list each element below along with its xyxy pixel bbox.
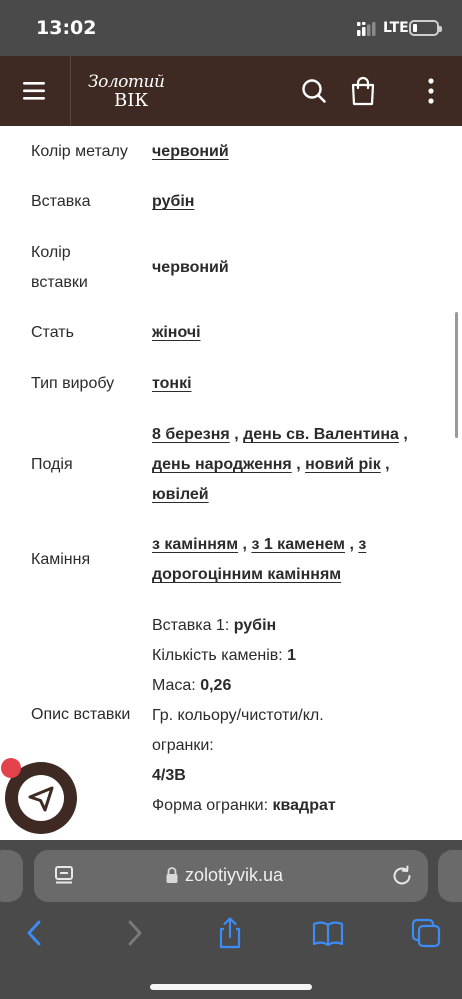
site-header: Золотий ВІК [0, 56, 462, 126]
desc-line: 4/3В [152, 767, 186, 784]
status-time: 13:02 [36, 17, 97, 39]
scrollbar-thumb[interactable] [455, 312, 458, 438]
attr-label: Колір металу [31, 143, 128, 160]
attr-value: червоний [152, 137, 424, 167]
logo-text-bottom: ВІК [114, 90, 149, 111]
attr-link-ruby[interactable]: рубін [152, 193, 194, 210]
search-icon[interactable] [299, 76, 329, 106]
header-divider [70, 56, 71, 126]
page-format-icon[interactable] [54, 866, 76, 886]
attr-link-anniversary[interactable]: ювілей [152, 486, 209, 503]
shopping-bag-icon[interactable] [348, 75, 378, 107]
attr-link-march-8[interactable]: 8 березня [152, 426, 230, 443]
attr-link-valentines[interactable]: день св. Валентина [243, 426, 399, 443]
attr-link-female[interactable]: жіночі [152, 324, 201, 341]
insert-description-values: Вставка 1: рубін Кількість каменів: 1 Ма… [152, 611, 424, 821]
share-icon[interactable] [213, 916, 247, 950]
tabs-icon[interactable] [409, 916, 443, 950]
desc-line: Маса: 0,26 [152, 677, 232, 694]
attr-label: Вставка [31, 193, 91, 210]
network-label: LTE [383, 20, 409, 36]
signal-icon [357, 22, 376, 36]
attr-link-with-stones[interactable]: з камінням [152, 536, 238, 553]
desc-line: огранки: [152, 737, 214, 754]
attr-link-precious-stones-cont[interactable]: дорогоцінним камінням [152, 566, 341, 583]
attr-label: Тип виробу [31, 375, 115, 392]
home-indicator[interactable] [150, 984, 312, 990]
status-bar: 13:02 LTE [0, 0, 462, 56]
logo-text-top: Золотий [88, 72, 165, 92]
battery-icon [409, 20, 442, 36]
hamburger-menu-icon[interactable] [18, 76, 52, 106]
attr-label: Стать [31, 324, 74, 341]
attr-value: тонкі [152, 369, 424, 399]
reload-icon[interactable] [390, 864, 414, 888]
url-text: zolotiyvik.ua [185, 865, 284, 885]
forward-icon[interactable] [117, 916, 151, 950]
site-logo[interactable]: Золотий ВІК [88, 66, 180, 116]
next-tab-edge[interactable] [438, 850, 462, 902]
address-bar[interactable]: zolotiyvik.ua [34, 850, 428, 902]
notification-dot [1, 758, 21, 778]
attr-value: червоний [152, 259, 229, 276]
attr-link-precious-stones[interactable]: з [358, 536, 366, 553]
desc-line: Вставка 1: рубін [152, 617, 277, 634]
attr-value: 8 березня , день св. Валентина , день на… [152, 426, 408, 503]
attr-label: Каміння [31, 551, 91, 568]
more-options-icon[interactable] [420, 76, 442, 106]
desc-line: Гр. кольору/чистоти/кл. [152, 707, 324, 724]
attr-value: рубін [152, 187, 424, 217]
attr-value: жіночі [152, 318, 424, 348]
lock-icon [166, 867, 178, 883]
attr-label: Подія [31, 456, 73, 473]
attr-link-thin[interactable]: тонкі [152, 375, 192, 392]
attr-label: Опис вставки [31, 706, 131, 723]
previous-tab-edge[interactable] [0, 850, 23, 902]
bookmarks-icon[interactable] [311, 916, 345, 950]
attr-link-red[interactable]: червоний [152, 143, 229, 160]
attr-value: з камінням , з 1 каменем , з дорогоцінни… [152, 536, 367, 583]
attr-link-new-year[interactable]: новий рік [305, 456, 381, 473]
attr-link-one-stone[interactable]: з 1 каменем [251, 536, 345, 553]
desc-line: Кількість каменів: 1 [152, 647, 297, 664]
back-icon[interactable] [18, 916, 52, 950]
browser-bottom-bar: zolotiyvik.ua [0, 840, 462, 999]
attr-label: Колір вставки [31, 244, 88, 291]
attr-link-birthday[interactable]: день народження [152, 456, 292, 473]
desc-line: Форма огранки: квадрат [152, 797, 336, 814]
